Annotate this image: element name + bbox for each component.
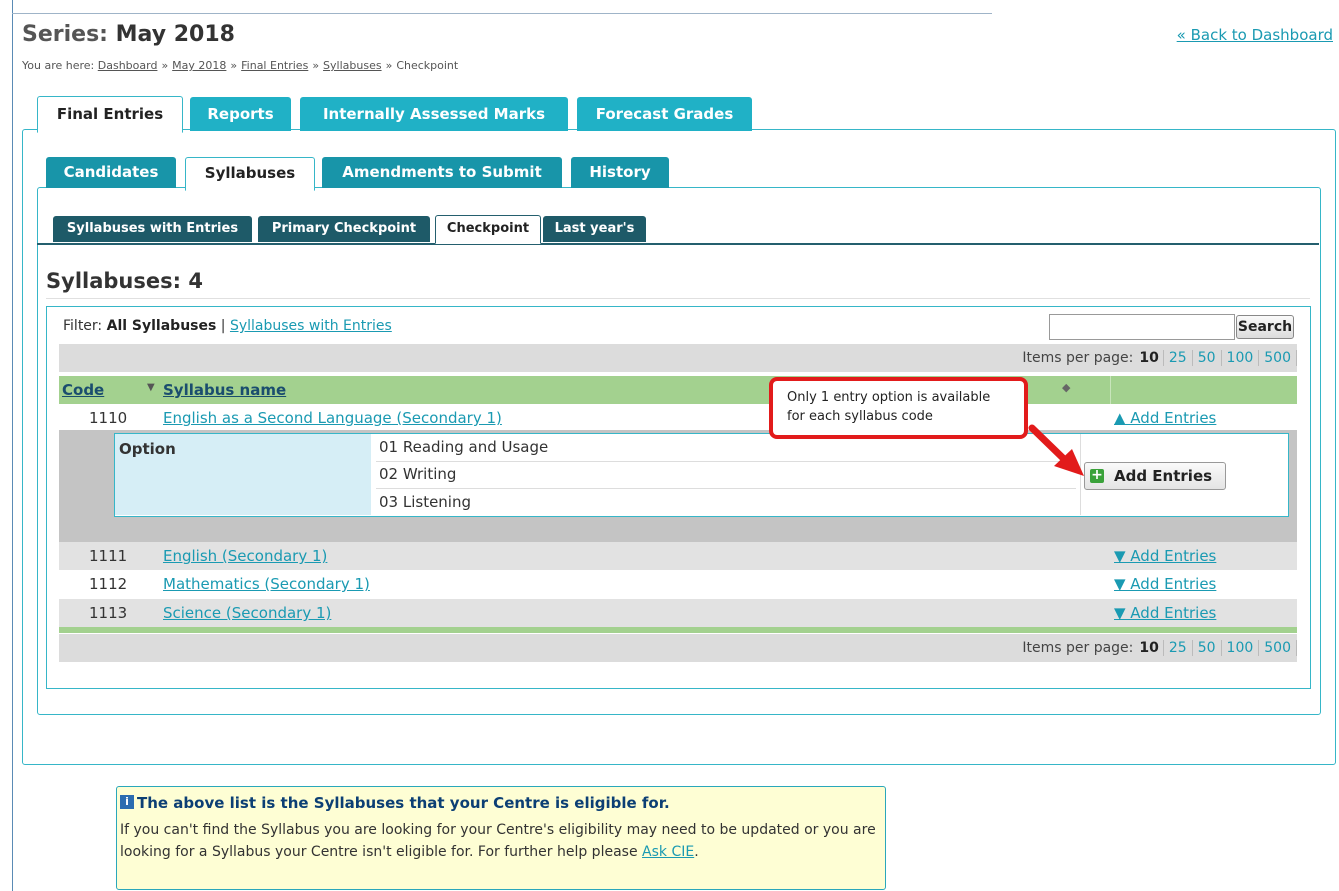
option-label-cell: Option xyxy=(115,434,371,515)
pager-option-25[interactable]: 25 xyxy=(1162,350,1192,366)
pager-bottom: Items per page: 10 25 50 100 500 xyxy=(59,634,1297,662)
pager-option-100[interactable]: 100 xyxy=(1220,350,1259,366)
sort-desc-icon[interactable]: ▼ xyxy=(147,382,155,393)
search-input[interactable] xyxy=(1049,314,1235,340)
row-syllabus-link[interactable]: English (Secondary 1) xyxy=(163,547,327,565)
sort-icon[interactable]: ◆ xyxy=(1062,381,1070,394)
window-frame-left xyxy=(12,0,13,891)
filter-bar: Filter: All Syllabuses | Syllabuses with… xyxy=(63,318,392,334)
title-divider xyxy=(46,298,1310,299)
plus-icon: + xyxy=(1090,467,1104,483)
breadcrumb-sep: » xyxy=(161,59,169,72)
tab-forecast-grades[interactable]: Forecast Grades xyxy=(577,97,752,131)
add-entries-label: Add Entries xyxy=(1114,467,1213,485)
row-syllabus-link[interactable]: English as a Second Language (Secondary … xyxy=(163,409,502,427)
info-icon: i xyxy=(120,795,134,809)
option-column-divider xyxy=(1080,434,1081,515)
eligibility-info-box: i The above list is the Syllabuses that … xyxy=(116,786,886,890)
table-footer-strip xyxy=(59,627,1297,633)
row-code: 1112 xyxy=(89,575,128,593)
tab-amendments-to-submit[interactable]: Amendments to Submit xyxy=(322,157,562,188)
table-row: 1113 Science (Secondary 1) ▼ Add Entries xyxy=(59,599,1297,627)
pager-current: 10 xyxy=(1139,640,1159,656)
window-frame-top xyxy=(12,13,992,14)
row-code: 1110 xyxy=(89,409,128,427)
header-code[interactable]: Code xyxy=(62,381,104,399)
breadcrumb-sep: » xyxy=(385,59,393,72)
tab-reports[interactable]: Reports xyxy=(190,97,291,131)
info-end: . xyxy=(694,844,699,860)
page-title: Series: May 2018 xyxy=(22,22,235,47)
pager-option-500[interactable]: 500 xyxy=(1258,640,1297,656)
option-divider xyxy=(376,461,1076,462)
ask-cie-link[interactable]: Ask CIE xyxy=(642,844,694,860)
filter-prefix: Filter: xyxy=(63,318,103,334)
breadcrumb-series[interactable]: May 2018 xyxy=(172,59,226,72)
tab-primary-checkpoint[interactable]: Primary Checkpoint xyxy=(258,216,430,242)
row-syllabus-link[interactable]: Mathematics (Secondary 1) xyxy=(163,575,370,593)
breadcrumb-syllabuses[interactable]: Syllabuses xyxy=(323,59,382,72)
annotation-callout: Only 1 entry option is available for eac… xyxy=(769,377,1028,439)
breadcrumb-current: Checkpoint xyxy=(396,59,459,72)
pager-label: Items per page: xyxy=(1022,350,1134,366)
option-item: 03 Listening xyxy=(379,493,472,511)
pager-option-25[interactable]: 25 xyxy=(1162,640,1192,656)
row-add-entries-toggle[interactable]: ▼ Add Entries xyxy=(1114,575,1216,593)
breadcrumb-sep: » xyxy=(312,59,320,72)
breadcrumb-prefix: You are here: xyxy=(22,59,95,72)
header-syllabus-name[interactable]: Syllabus name xyxy=(163,381,286,399)
row-code: 1111 xyxy=(89,547,128,565)
table-header: Code ▼ Syllabus name ◆ xyxy=(59,376,1297,404)
table-row: 1112 Mathematics (Secondary 1) ▼ Add Ent… xyxy=(59,570,1297,598)
row-add-entries-toggle[interactable]: ▼ Add Entries xyxy=(1114,604,1216,622)
row-add-entries-toggle[interactable]: ▲ Add Entries xyxy=(1114,409,1216,427)
option-label: Option xyxy=(119,440,176,458)
pager-top: Items per page: 10 25 50 100 500 xyxy=(59,344,1297,372)
series-prefix: Series: xyxy=(22,22,108,47)
filter-active: All Syllabuses xyxy=(106,318,217,334)
section-title: Syllabuses: 4 xyxy=(46,269,203,293)
series-name: May 2018 xyxy=(115,22,235,47)
pager-option-100[interactable]: 100 xyxy=(1220,640,1259,656)
filter-syllabuses-with-entries-link[interactable]: Syllabuses with Entries xyxy=(230,318,392,334)
row-add-entries-toggle[interactable]: ▼ Add Entries xyxy=(1114,547,1216,565)
option-divider xyxy=(376,488,1076,489)
pager-option-50[interactable]: 50 xyxy=(1191,350,1221,366)
pager-current: 10 xyxy=(1139,350,1159,366)
tab-last-years[interactable]: Last year's xyxy=(543,216,646,242)
tab-candidates[interactable]: Candidates xyxy=(46,157,176,188)
table-row: 1110 English as a Second Language (Secon… xyxy=(59,404,1297,432)
row-code: 1113 xyxy=(89,604,128,622)
info-body: If you can't find the Syllabus you are l… xyxy=(120,819,880,863)
header-divider xyxy=(1110,376,1111,404)
filter-sep: | xyxy=(220,318,226,334)
breadcrumb-sep: » xyxy=(230,59,238,72)
tab-final-entries[interactable]: Final Entries xyxy=(37,96,183,133)
pager-option-500[interactable]: 500 xyxy=(1258,350,1297,366)
table-row: 1111 English (Secondary 1) ▼ Add Entries xyxy=(59,542,1297,570)
tab-checkpoint[interactable]: Checkpoint xyxy=(435,215,541,244)
tab-history[interactable]: History xyxy=(571,157,669,188)
tab-syllabuses[interactable]: Syllabuses xyxy=(185,157,315,191)
breadcrumb: You are here: Dashboard» May 2018» Final E… xyxy=(22,59,458,72)
row-syllabus-link[interactable]: Science (Secondary 1) xyxy=(163,604,331,622)
option-item: 02 Writing xyxy=(379,465,457,483)
breadcrumb-dashboard[interactable]: Dashboard xyxy=(98,59,158,72)
pager-option-50[interactable]: 50 xyxy=(1191,640,1221,656)
search-button[interactable]: Search xyxy=(1236,315,1294,339)
info-title: The above list is the Syllabuses that yo… xyxy=(137,794,670,812)
info-text: If you can't find the Syllabus you are l… xyxy=(120,822,876,860)
tab-internally-assessed-marks[interactable]: Internally Assessed Marks xyxy=(300,97,568,131)
tab-syllabuses-with-entries[interactable]: Syllabuses with Entries xyxy=(53,216,252,242)
option-item: 01 Reading and Usage xyxy=(379,438,549,456)
pager-label: Items per page: xyxy=(1022,640,1134,656)
add-entries-button[interactable]: + Add Entries xyxy=(1084,462,1226,490)
back-to-dashboard-link[interactable]: « Back to Dashboard xyxy=(1177,26,1333,44)
breadcrumb-final-entries[interactable]: Final Entries xyxy=(241,59,308,72)
